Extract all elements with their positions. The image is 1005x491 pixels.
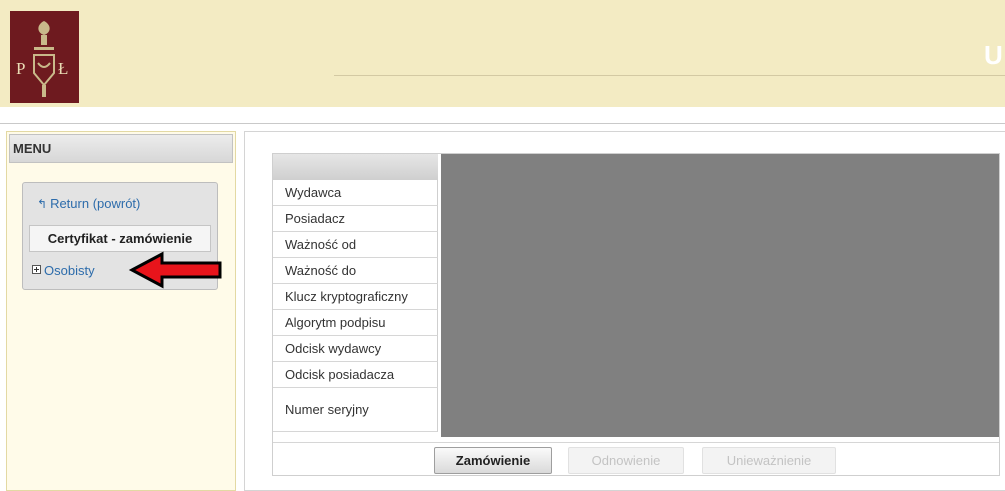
red-arrow-annotation [128, 251, 222, 289]
field-label-serial-number: Numer seryjny [273, 388, 438, 432]
header-rule [0, 123, 1005, 124]
menu-header: MENU [9, 134, 233, 163]
menu-title: MENU [13, 141, 52, 156]
university-logo: P Ł [10, 11, 79, 103]
expand-icon[interactable] [32, 265, 41, 274]
return-link-label: Return (powrót) [50, 196, 141, 211]
field-label-column: Wydawca Posiadacz Ważność od Ważność do … [273, 180, 438, 432]
page-header: P Ł U [0, 0, 1005, 107]
field-label-holder-thumbprint: Odcisk posiadacza [273, 362, 438, 388]
redacted-values-area [441, 154, 999, 437]
action-bar: Zamówienie Odnowienie Unieważnienie [273, 442, 999, 474]
order-button[interactable]: Zamówienie [434, 447, 552, 474]
renew-button[interactable]: Odnowienie [568, 447, 684, 474]
header-title: U [984, 40, 1003, 70]
field-label-valid-from: Ważność od [273, 232, 438, 258]
field-label-holder: Posiadacz [273, 206, 438, 232]
certificate-table: Wydawca Posiadacz Ważność od Ważność do … [272, 153, 1000, 476]
field-label-signature-algorithm: Algorytm podpisu [273, 310, 438, 336]
header-divider [334, 75, 1005, 76]
field-label-issuer-thumbprint: Odcisk wydawcy [273, 336, 438, 362]
table-header [273, 154, 438, 180]
field-label-public-key: Klucz kryptograficzny [273, 284, 438, 310]
sidebar: MENU ↰ Return (powrót) Certyfikat - zamów… [6, 131, 236, 491]
revoke-button[interactable]: Unieważnienie [702, 447, 836, 474]
return-link[interactable]: ↰ Return (powrót) [37, 196, 140, 211]
certificate-order-button[interactable]: Certyfikat - zamówienie [29, 225, 211, 252]
svg-text:P: P [16, 59, 25, 78]
personal-certificate-label: Osobisty [44, 263, 95, 278]
field-label-issuer: Wydawca [273, 180, 438, 206]
return-arrow-icon: ↰ [37, 197, 48, 211]
personal-certificate-link[interactable]: Osobisty [32, 263, 95, 278]
field-label-valid-to: Ważność do [273, 258, 438, 284]
svg-text:Ł: Ł [58, 59, 68, 78]
